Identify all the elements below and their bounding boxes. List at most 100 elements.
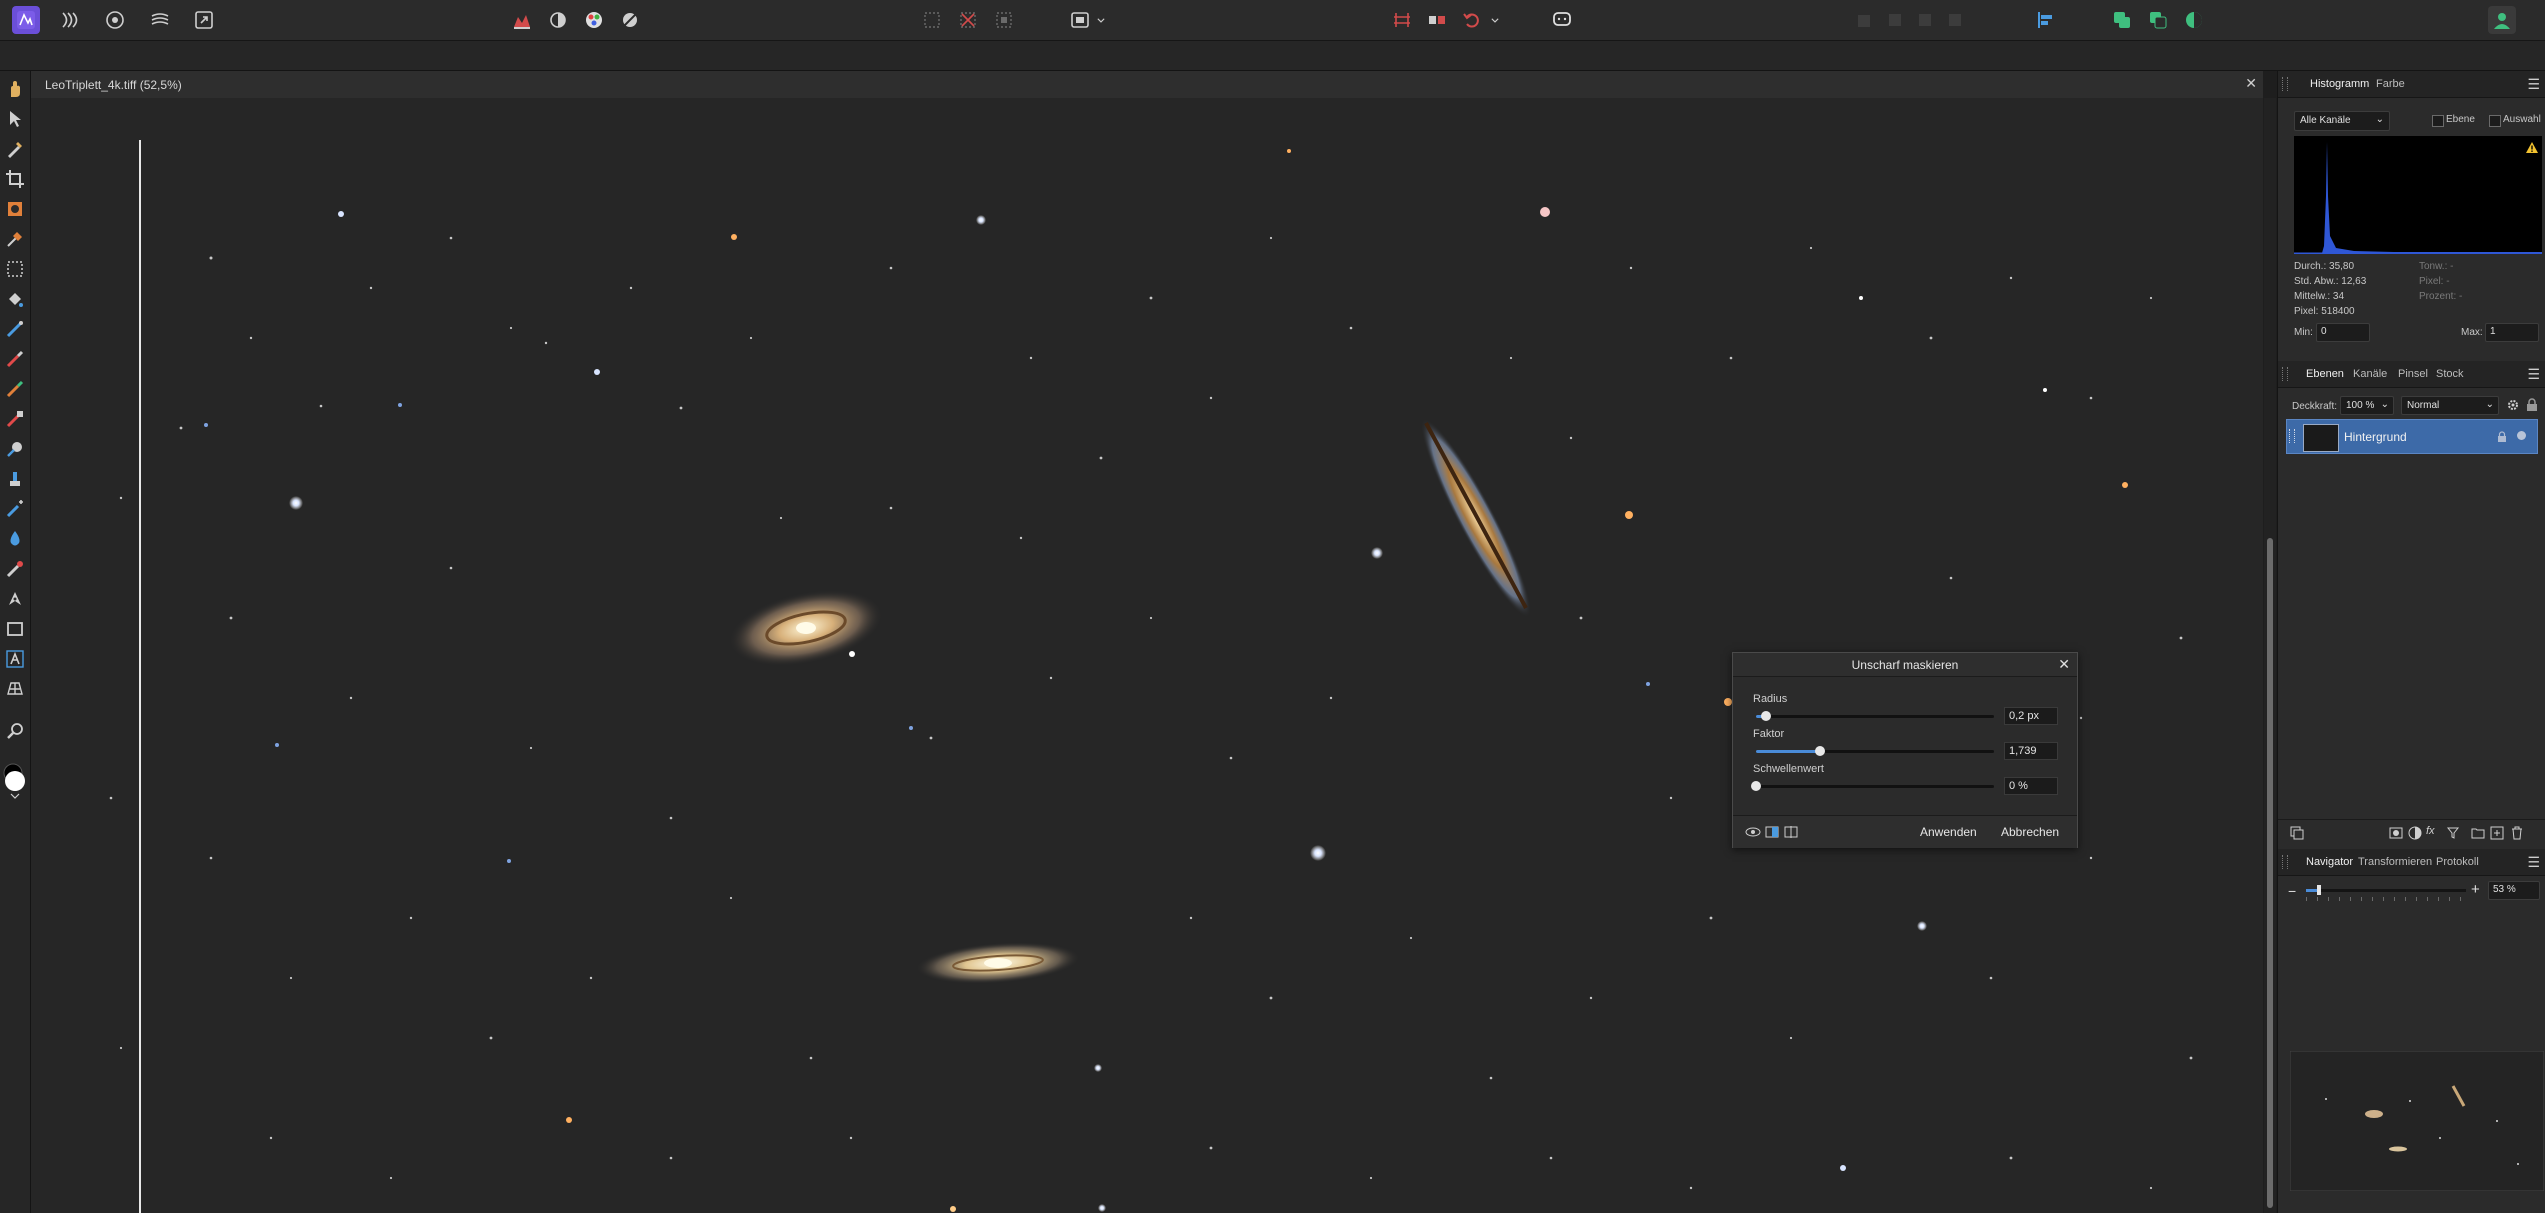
lock-icon[interactable] [2526, 398, 2538, 417]
add-layer-icon[interactable] [2490, 826, 2504, 845]
export-persona-icon[interactable] [190, 6, 218, 34]
tab-channels[interactable]: Kanäle [2353, 368, 2387, 380]
move-tool-icon[interactable] [3, 107, 27, 131]
chevron-down-icon[interactable] [1094, 6, 1108, 34]
max-field[interactable]: 1 [2485, 323, 2539, 342]
zoom-tool-icon[interactable] [3, 719, 27, 743]
vertical-scrollbar[interactable] [2264, 98, 2276, 1213]
lock-icon[interactable] [2497, 430, 2507, 448]
trash-icon[interactable] [2510, 826, 2524, 845]
cancel-button[interactable]: Abbrechen [2001, 825, 2059, 839]
selection-marquee-icon[interactable] [918, 6, 946, 34]
document-tab[interactable]: LeoTriplett_4k.tiff (52,5%) ✕ [31, 71, 2263, 99]
mirror-view-icon[interactable] [1783, 824, 1799, 845]
marquee-tool-icon[interactable] [3, 257, 27, 281]
panel-grip-icon[interactable] [2282, 855, 2288, 869]
user-account-icon[interactable] [2488, 6, 2516, 34]
slider-knob[interactable] [2316, 885, 2321, 895]
color-picker-tool-icon[interactable] [3, 137, 27, 161]
flood-select-tool-icon[interactable] [3, 227, 27, 251]
levels-adjust-icon[interactable] [508, 6, 536, 34]
layer-name[interactable]: Hintergrund [2344, 430, 2407, 444]
boolean-add-icon[interactable] [2108, 6, 2136, 34]
paint-brush-tool-icon[interactable] [3, 347, 27, 371]
tone-mapping-persona-icon[interactable] [146, 6, 174, 34]
auto-contrast-icon[interactable] [544, 6, 572, 34]
panel-menu-icon[interactable]: ☰ [2527, 854, 2540, 871]
pen-tool-icon[interactable] [3, 587, 27, 611]
tab-brushes[interactable]: Pinsel [2398, 368, 2428, 380]
factor-slider[interactable] [1756, 746, 1994, 756]
dodge-tool-icon[interactable] [3, 437, 27, 461]
selection-checkbox[interactable] [2489, 115, 2501, 127]
chevron-down-icon[interactable] [1488, 6, 1502, 34]
radius-slider[interactable] [1756, 711, 1994, 721]
flood-fill-tool-icon[interactable] [3, 287, 27, 311]
layer-checkbox[interactable] [2432, 115, 2444, 127]
tab-transform[interactable]: Transformieren [2358, 856, 2432, 868]
gradient-tool-icon[interactable] [3, 317, 27, 341]
gear-icon[interactable] [2506, 398, 2520, 417]
folder-icon[interactable] [2471, 826, 2485, 845]
zoom-out-button[interactable]: − [2288, 883, 2296, 899]
guide-line[interactable] [139, 140, 141, 1213]
layer-row[interactable]: Hintergrund [2286, 419, 2538, 454]
arrange-front-icon[interactable] [1941, 6, 1969, 34]
boolean-subtract-icon[interactable] [2144, 6, 2172, 34]
radius-value-field[interactable]: 0,2 px [2004, 707, 2058, 725]
align-icon[interactable] [2032, 6, 2060, 34]
tab-histogram[interactable]: Histogramm [2310, 78, 2369, 90]
rectangle-tool-icon[interactable] [3, 617, 27, 641]
photo-persona-icon[interactable] [12, 6, 40, 34]
mesh-warp-tool-icon[interactable] [3, 677, 27, 701]
zoom-slider[interactable] [2306, 885, 2466, 895]
layer-stack-icon[interactable] [2290, 826, 2304, 845]
panel-grip-icon[interactable] [2282, 77, 2288, 91]
tab-stock[interactable]: Stock [2436, 368, 2464, 380]
mask-icon[interactable] [2389, 826, 2403, 845]
auto-white-balance-icon[interactable] [616, 6, 644, 34]
zoom-value-field[interactable]: 53 % [2488, 881, 2540, 900]
adjustment-icon[interactable] [2408, 826, 2422, 845]
close-icon[interactable]: ✕ [2058, 656, 2070, 673]
factor-value-field[interactable]: 1,739 [2004, 742, 2058, 760]
deselect-icon[interactable] [954, 6, 982, 34]
min-field[interactable]: 0 [2316, 323, 2370, 342]
arrange-back-icon[interactable] [1851, 6, 1879, 34]
undo-history-icon[interactable] [1458, 6, 1486, 34]
close-icon[interactable]: ✕ [2245, 75, 2257, 92]
blend-mode-select[interactable]: Normal ⌄ [2401, 396, 2499, 415]
warning-icon[interactable] [2526, 140, 2538, 158]
boolean-intersect-icon[interactable] [2180, 6, 2208, 34]
channel-select[interactable]: Alle Kanäle ⌄ [2294, 111, 2390, 131]
assistant-icon[interactable] [1423, 6, 1451, 34]
hand-tool-icon[interactable] [3, 77, 27, 101]
blur-brush-tool-icon[interactable] [3, 527, 27, 551]
clone-tool-icon[interactable] [3, 467, 27, 491]
split-view-icon[interactable] [1764, 824, 1780, 845]
opacity-select[interactable]: 100 % ⌄ [2340, 396, 2394, 415]
preview-toggle-icon[interactable] [1745, 824, 1761, 845]
live-filter-icon[interactable] [2446, 826, 2460, 845]
tab-layers[interactable]: Ebenen [2306, 368, 2344, 380]
invert-selection-icon[interactable] [990, 6, 1018, 34]
snapping-icon[interactable] [1388, 6, 1416, 34]
panel-menu-icon[interactable]: ☰ [2527, 76, 2540, 93]
arrange-forward-icon[interactable] [1911, 6, 1939, 34]
tab-color[interactable]: Farbe [2376, 78, 2405, 90]
slider-knob[interactable] [1760, 711, 1771, 721]
apply-button[interactable]: Anwenden [1920, 825, 1977, 839]
slider-knob[interactable] [1815, 746, 1826, 756]
quick-mask-icon[interactable] [1066, 6, 1094, 34]
auto-color-icon[interactable] [580, 6, 608, 34]
drag-handle-icon[interactable] [2289, 429, 2295, 443]
threshold-value-field[interactable]: 0 % [2004, 777, 2058, 795]
panel-grip-icon[interactable] [2282, 367, 2288, 381]
slider-knob[interactable] [1751, 781, 1761, 791]
visibility-dot-icon[interactable] [2517, 431, 2526, 440]
liquify-persona-icon[interactable] [56, 6, 84, 34]
develop-persona-icon[interactable] [101, 6, 129, 34]
dialog-header[interactable]: Unscharf maskieren ✕ [1733, 653, 2077, 677]
erase-brush-tool-icon[interactable] [3, 407, 27, 431]
tab-history[interactable]: Protokoll [2436, 856, 2479, 868]
